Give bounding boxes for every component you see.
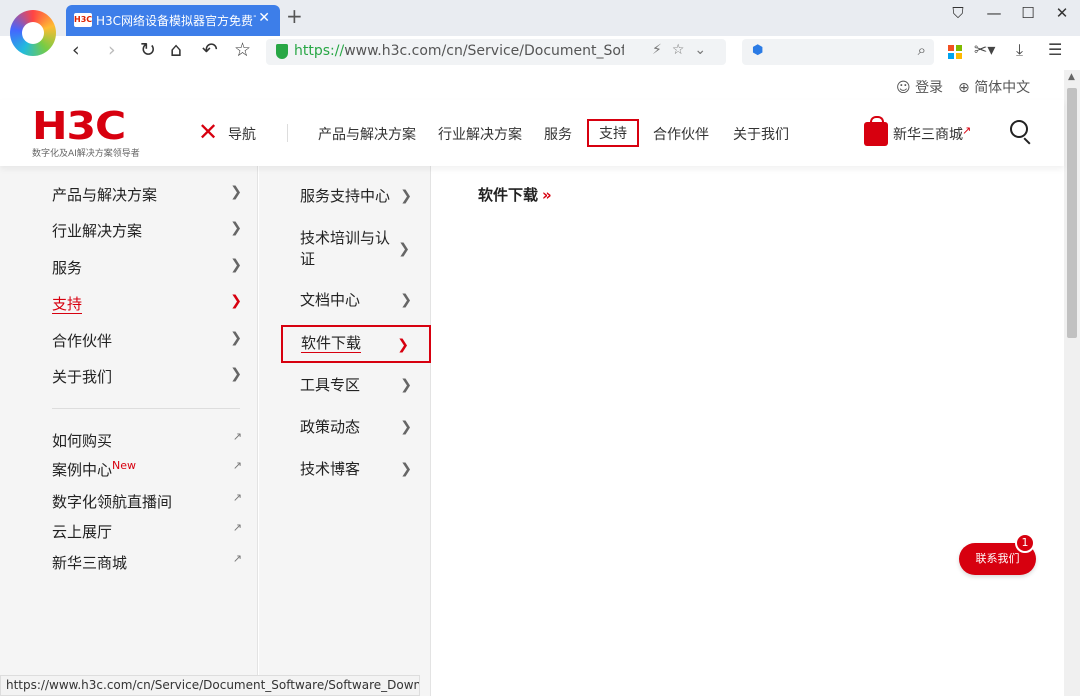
menu-industry[interactable]: 行业解决方案 (438, 124, 522, 144)
page-scrollbar[interactable]: ▲ (1064, 70, 1080, 696)
external-link-icon: ↗ (962, 124, 972, 137)
left-item-support[interactable]: 支持 ❯ (52, 293, 242, 317)
chevron-right-icon: ❯ (400, 419, 412, 435)
menu-partners[interactable]: 合作伙伴 (653, 124, 709, 144)
chevron-right-icon: ❯ (400, 292, 412, 308)
home-icon[interactable]: ⌂ (170, 39, 182, 61)
left-item-products[interactable]: 产品与解决方案 ❯ (52, 184, 242, 208)
menu-support[interactable]: 支持 (587, 119, 639, 147)
browser-tab-bar: H3C H3C网络设备模拟器官方免费下 ✕ + ⛉ — ☐ ✕ (0, 0, 1080, 36)
left-item-industry[interactable]: 行业解决方案 ❯ (52, 220, 242, 244)
notification-badge: 1 (1015, 533, 1035, 553)
left-item-service[interactable]: 服务 ❯ (52, 257, 242, 281)
left-divider (52, 408, 240, 409)
menu-icon[interactable]: ☰ (1048, 40, 1062, 59)
left-nav-panel: 产品与解决方案 ❯ 行业解决方案 ❯ 服务 ❯ 支持 ❯ 合作伙伴 ❯ 关于我们 ❯ 如何购… (0, 166, 258, 696)
logo-wordmark: H3C (32, 104, 126, 148)
chevron-right-icon: ❯ (230, 257, 242, 273)
baidu-paw-icon: ⬢ (752, 43, 764, 58)
new-badge: New (112, 459, 137, 472)
minimize-button[interactable]: — (984, 4, 1004, 22)
close-window-button[interactable]: ✕ (1052, 4, 1072, 22)
tab-title: H3C网络设备模拟器官方免费下 (96, 14, 256, 28)
shield-icon (276, 44, 288, 59)
scroll-up-icon[interactable]: ▲ (1068, 72, 1075, 82)
chevron-right-icon: ❯ (230, 293, 242, 309)
url-bar[interactable]: https://www.h3c.com/cn/Service/Document_… (266, 39, 726, 65)
scroll-thumb[interactable] (1067, 88, 1077, 338)
globe-icon: ⊕ (958, 80, 970, 96)
submenu-tools[interactable]: 工具专区 ❯ (300, 375, 412, 396)
header-search-icon[interactable] (1010, 120, 1028, 138)
url-text: https://www.h3c.com/cn/Service/Document_… (294, 43, 624, 59)
submenu-docs[interactable]: 文档中心 ❯ (300, 290, 412, 311)
nav-divider (287, 124, 288, 142)
link-live-studio[interactable]: 数字化领航直播间 ↗ (52, 491, 242, 512)
chevron-right-icon: ❯ (230, 184, 242, 200)
double-chevron-icon: » (542, 186, 552, 204)
shopping-bag-icon[interactable] (864, 116, 888, 146)
left-item-about[interactable]: 关于我们 ❯ (52, 366, 242, 390)
logo-tagline: 数字化及AI解决方案领导者 (32, 149, 140, 159)
submenu-policy[interactable]: 政策动态 ❯ (300, 417, 412, 438)
login-link[interactable]: ☺ 登录 (896, 77, 943, 97)
browser-logo-icon (10, 10, 56, 56)
site-header: H3C 数字化及AI解决方案领导者 ✕ 导航 产品与解决方案 行业解决方案 服务… (0, 100, 1064, 166)
undo-icon[interactable]: ↶ (202, 39, 218, 61)
back-icon[interactable]: ‹ (72, 39, 80, 61)
external-link-icon: ↗ (232, 552, 242, 565)
link-cloud-showroom[interactable]: 云上展厅 ↗ (52, 521, 242, 542)
address-row: ‹ › ↻ ⌂ ↶ ☆ https://www.h3c.com/cn/Servi… (60, 36, 1080, 69)
chevron-right-icon: ❯ (230, 366, 242, 382)
site-utility-bar: ☺ 登录 ⊕ 简体中文 (0, 70, 1064, 100)
h3c-favicon-icon: H3C (74, 13, 92, 27)
link-store[interactable]: 新华三商城 ↗ (52, 552, 242, 573)
support-submenu-panel: 服务支持中心 ❯ 技术培训与认证 ❯ 文档中心 ❯ 软件下载 ❯ 工具专区 ❯ 政策动态 ❯… (259, 166, 431, 696)
new-tab-button[interactable]: + (286, 4, 303, 28)
language-link[interactable]: ⊕ 简体中文 (958, 77, 1030, 97)
browser-tab[interactable]: H3C H3C网络设备模拟器官方免费下 ✕ (66, 5, 280, 36)
external-link-icon: ↗ (232, 459, 242, 472)
chevron-right-icon: ❯ (398, 241, 410, 257)
left-item-partners[interactable]: 合作伙伴 ❯ (52, 330, 242, 354)
main-content-panel: 软件下载» (432, 166, 1064, 696)
chevron-right-icon: ❯ (397, 337, 409, 353)
submenu-blog[interactable]: 技术博客 ❯ (300, 459, 412, 480)
tab-close-icon[interactable]: ✕ (258, 10, 270, 26)
external-link-icon: ↗ (232, 491, 242, 504)
link-case-center[interactable]: 案例中心New ↗ (52, 459, 242, 480)
chevron-right-icon: ❯ (400, 377, 412, 393)
bookmark-star-icon[interactable]: ☆ (234, 39, 251, 61)
apps-grid-icon[interactable] (948, 45, 962, 59)
menu-products[interactable]: 产品与解决方案 (318, 124, 416, 144)
external-link-icon: ↗ (232, 521, 242, 534)
user-icon: ☺ (896, 80, 911, 96)
submenu-training[interactable]: 技术培训与认证 ❯ (300, 228, 410, 270)
close-nav-icon[interactable]: ✕ (198, 118, 218, 146)
chevron-right-icon: ❯ (400, 461, 412, 477)
scissors-icon[interactable]: ✂▾ (974, 40, 995, 59)
browser-search-box[interactable]: ⬢ ⌕ (742, 39, 934, 65)
reload-icon[interactable]: ↻ (140, 39, 156, 61)
chevron-right-icon: ❯ (230, 330, 242, 346)
link-status-bar: https://www.h3c.com/cn/Service/Document_… (0, 675, 420, 696)
menu-service[interactable]: 服务 (544, 124, 572, 144)
software-download-title[interactable]: 软件下载» (478, 184, 552, 205)
chevron-right-icon: ❯ (230, 220, 242, 236)
store-link[interactable]: 新华三商城 (893, 124, 963, 144)
link-how-to-buy[interactable]: 如何购买 ↗ (52, 430, 242, 451)
menu-about[interactable]: 关于我们 (733, 124, 789, 144)
chevron-right-icon: ❯ (400, 188, 412, 204)
nav-toggle-label[interactable]: 导航 (228, 124, 256, 144)
search-icon[interactable]: ⌕ (918, 41, 926, 59)
maximize-button[interactable]: ☐ (1018, 4, 1038, 22)
skin-icon[interactable]: ⛉ (948, 4, 968, 22)
download-icon[interactable]: ⤓ (1016, 40, 1023, 60)
external-link-icon: ↗ (232, 430, 242, 443)
submenu-software-download[interactable]: 软件下载 ❯ (281, 325, 431, 363)
url-action-icons[interactable]: ⚡☆⌄ (652, 42, 716, 58)
submenu-service-center[interactable]: 服务支持中心 ❯ (300, 186, 412, 207)
forward-icon[interactable]: › (108, 39, 116, 61)
